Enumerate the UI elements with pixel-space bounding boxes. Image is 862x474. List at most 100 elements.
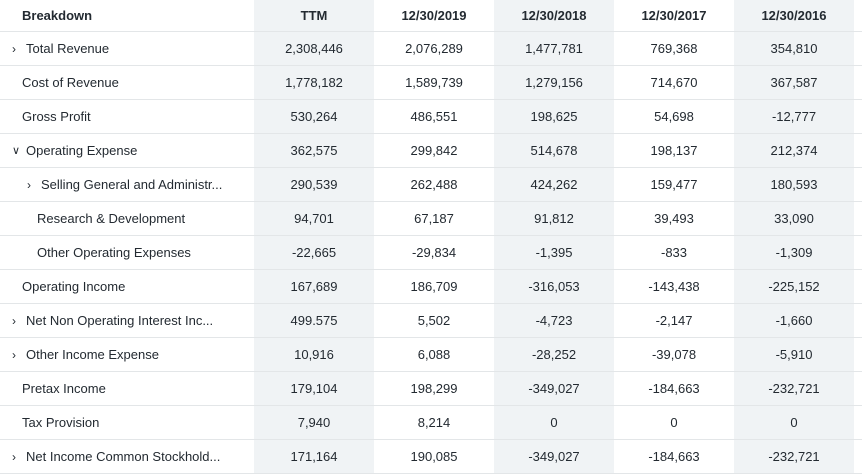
row-label-cell[interactable]: ∨ Operating Expense <box>0 134 254 167</box>
chevron-right-icon[interactable]: › <box>12 348 26 362</box>
value-cell-ttm: 7,940 <box>254 406 374 439</box>
value-cell-ttm: 94,701 <box>254 202 374 235</box>
value-cell-2017: -833 <box>660 245 688 260</box>
value-cell-2017: 159,477 <box>650 177 698 192</box>
value-cell-2016: 33,090 <box>734 202 854 235</box>
value-cell-ttm: 362,575 <box>254 134 374 167</box>
row-label-cell: Pretax Income <box>0 372 254 405</box>
value-cell-ttm: 167,689 <box>254 270 374 303</box>
row-label-cell: Gross Profit <box>0 100 254 133</box>
financials-table: Breakdown TTM 12/30/2019 12/30/2018 12/3… <box>0 0 862 474</box>
value-cell-2018: -4,723 <box>494 304 614 337</box>
value-cell-2016: 212,374 <box>734 134 854 167</box>
period-header-2018: 12/30/2018 <box>494 0 614 31</box>
value-cell-2018: -349,027 <box>494 440 614 473</box>
value-cell-2017: 54,698 <box>654 109 694 124</box>
breakdown-header: Breakdown <box>0 0 254 31</box>
value-cell-2016: -12,777 <box>734 100 854 133</box>
value-cell-2017: 769,368 <box>650 41 698 56</box>
value-cell-2019: 8,214 <box>417 415 451 430</box>
value-cell-2018: -28,252 <box>494 338 614 371</box>
value-cell-2017: -184,663 <box>648 381 700 396</box>
row-label-cell: Cost of Revenue <box>0 66 254 99</box>
period-header-ttm: TTM <box>254 0 374 31</box>
value-cell-2017: 198,137 <box>650 143 698 158</box>
chevron-right-icon[interactable]: › <box>12 314 26 328</box>
value-cell-2019: 1,589,739 <box>405 75 463 90</box>
value-cell-2019: 6,088 <box>417 347 451 362</box>
table-row: Cost of Revenue 1,778,182 1,589,739 1,279,1… <box>0 66 862 100</box>
table-row[interactable]: › Selling General and Administr... 290,539… <box>0 168 862 202</box>
value-cell-2016: -1,309 <box>734 236 854 269</box>
row-label: Operating Expense <box>26 143 138 158</box>
row-label-cell: Operating Income <box>0 270 254 303</box>
chevron-right-icon[interactable]: › <box>12 450 26 464</box>
row-label: Total Revenue <box>26 41 110 56</box>
table-row[interactable]: › Net Non Operating Interest Inc... 499.57… <box>0 304 862 338</box>
value-cell-ttm: 179,104 <box>254 372 374 405</box>
period-header-2017: 12/30/2017 <box>641 8 707 23</box>
value-cell-2017: -2,147 <box>655 313 693 328</box>
row-label: Gross Profit <box>22 109 91 124</box>
value-cell-2016: 180,593 <box>734 168 854 201</box>
row-label-cell[interactable]: › Net Income Common Stockhold... <box>0 440 254 473</box>
row-label-cell: Research & Development <box>0 202 254 235</box>
row-label: Net Income Common Stockhold... <box>26 449 221 464</box>
table-row[interactable]: › Other Income Expense 10,916 6,088 -28,252 -… <box>0 338 862 372</box>
value-cell-2018: 198,625 <box>494 100 614 133</box>
value-cell-2016: -225,152 <box>734 270 854 303</box>
value-cell-2018: -1,395 <box>494 236 614 269</box>
table-row[interactable]: ∨ Operating Expense 362,575 299,842 514,678 1… <box>0 134 862 168</box>
value-cell-2019: 190,085 <box>410 449 458 464</box>
value-cell-ttm: -22,665 <box>254 236 374 269</box>
value-cell-2019: 5,502 <box>417 313 451 328</box>
value-cell-2016: 367,587 <box>734 66 854 99</box>
row-label: Net Non Operating Interest Inc... <box>26 313 214 328</box>
table-row: Gross Profit 530,264 486,551 198,625 54,698 -… <box>0 100 862 134</box>
table-row: Pretax Income 179,104 198,299 -349,027 -184,… <box>0 372 862 406</box>
table-row[interactable]: › Net Income Common Stockhold... 171,164 19… <box>0 440 862 474</box>
row-label: Operating Income <box>22 279 126 294</box>
value-cell-ttm: 1,778,182 <box>254 66 374 99</box>
value-cell-ttm: 171,164 <box>254 440 374 473</box>
value-cell-2016: -1,660 <box>734 304 854 337</box>
row-label-cell[interactable]: › Total Revenue <box>0 32 254 65</box>
chevron-down-icon[interactable]: ∨ <box>12 144 26 157</box>
table-row[interactable]: › Total Revenue 2,308,446 2,076,289 1,477,78… <box>0 32 862 66</box>
value-cell-2018: 1,477,781 <box>494 32 614 65</box>
row-label-cell[interactable]: › Other Income Expense <box>0 338 254 371</box>
row-label: Tax Provision <box>22 415 100 430</box>
period-header-2019: 12/30/2019 <box>401 8 467 23</box>
value-cell-ttm: 10,916 <box>254 338 374 371</box>
row-label-cell[interactable]: › Net Non Operating Interest Inc... <box>0 304 254 337</box>
value-cell-2018: -349,027 <box>494 372 614 405</box>
row-label-cell: Tax Provision <box>0 406 254 439</box>
value-cell-2017: 714,670 <box>650 75 698 90</box>
row-label-cell[interactable]: › Selling General and Administr... <box>0 168 254 201</box>
row-label: Cost of Revenue <box>22 75 119 90</box>
value-cell-ttm: 530,264 <box>254 100 374 133</box>
value-cell-2018: 514,678 <box>494 134 614 167</box>
table-row: Tax Provision 7,940 8,214 0 0 0 <box>0 406 862 440</box>
table-row: Other Operating Expenses -22,665 -29,834 -1… <box>0 236 862 270</box>
value-cell-ttm: 2,308,446 <box>254 32 374 65</box>
value-cell-2018: 0 <box>494 406 614 439</box>
chevron-right-icon[interactable]: › <box>27 178 41 192</box>
value-cell-2019: 186,709 <box>410 279 458 294</box>
value-cell-2019: -29,834 <box>411 245 457 260</box>
value-cell-2019: 262,488 <box>410 177 458 192</box>
value-cell-2016: 354,810 <box>734 32 854 65</box>
row-label: Other Operating Expenses <box>37 245 191 260</box>
value-cell-ttm: 499.575 <box>254 304 374 337</box>
row-label: Selling General and Administr... <box>41 177 223 192</box>
value-cell-2019: 486,551 <box>410 109 458 124</box>
value-cell-ttm: 290,539 <box>254 168 374 201</box>
value-cell-2019: 2,076,289 <box>405 41 463 56</box>
value-cell-2018: 424,262 <box>494 168 614 201</box>
chevron-right-icon[interactable]: › <box>12 42 26 56</box>
value-cell-2017: -184,663 <box>648 449 700 464</box>
value-cell-2018: 1,279,156 <box>494 66 614 99</box>
value-cell-2016: -5,910 <box>734 338 854 371</box>
value-cell-2019: 67,187 <box>414 211 454 226</box>
table-row: Operating Income 167,689 186,709 -316,053 -1… <box>0 270 862 304</box>
